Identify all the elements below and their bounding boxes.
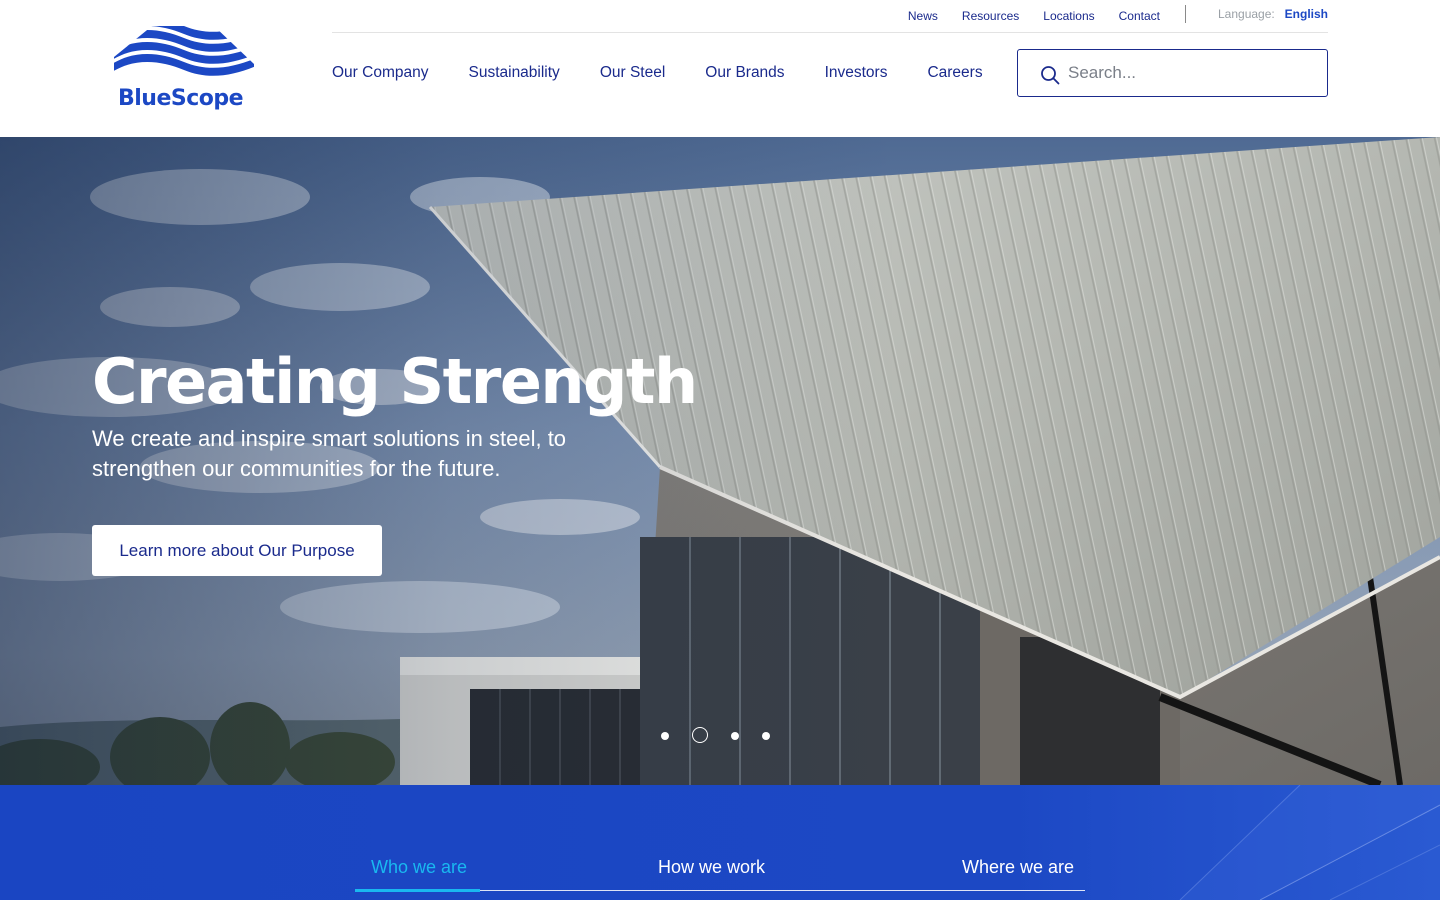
tab-where-we-are[interactable]: Where we are xyxy=(962,857,1074,878)
main-nav: Our Company Sustainability Our Steel Our… xyxy=(332,63,983,83)
nav-item-careers[interactable]: Careers xyxy=(927,63,982,83)
carousel-dot-4[interactable] xyxy=(762,732,770,740)
utility-nav: News Resources Locations Contact xyxy=(908,8,1160,24)
carousel-dot-2[interactable] xyxy=(692,727,708,743)
section-tabs: Who we are How we work Where we are xyxy=(355,845,1085,892)
search-input[interactable] xyxy=(1068,56,1318,90)
nav-item-sustainability[interactable]: Sustainability xyxy=(468,63,559,83)
tab-how-we-work[interactable]: How we work xyxy=(658,857,765,878)
language-label: Language: xyxy=(1218,7,1275,21)
tab-who-we-are[interactable]: Who we are xyxy=(371,857,467,878)
nav-item-our-steel[interactable]: Our Steel xyxy=(600,63,665,83)
hero-carousel: Creating Strength We create and inspire … xyxy=(0,137,1440,785)
nav-item-our-brands[interactable]: Our Brands xyxy=(705,63,784,83)
carousel-dot-1[interactable] xyxy=(661,732,669,740)
hero-subtitle: We create and inspire smart solutions in… xyxy=(92,426,567,481)
logo-wordmark: BlueScope xyxy=(118,86,244,111)
carousel-pagination xyxy=(658,727,778,747)
nav-item-our-company[interactable]: Our Company xyxy=(332,63,428,83)
carousel-dot-3[interactable] xyxy=(731,732,739,740)
utility-link-news[interactable]: News xyxy=(908,8,938,24)
utility-bar: News Resources Locations Contact Languag… xyxy=(332,0,1328,33)
utility-link-locations[interactable]: Locations xyxy=(1043,8,1094,24)
bluescope-logo[interactable]: BlueScope xyxy=(112,24,256,116)
site-header: BlueScope News Resources Locations Conta… xyxy=(0,0,1440,137)
active-tab-indicator xyxy=(355,889,480,892)
search-icon[interactable] xyxy=(1040,65,1060,85)
utility-link-contact[interactable]: Contact xyxy=(1119,8,1160,24)
bluescope-waves-icon xyxy=(114,26,254,76)
intro-tabs-section: Who we are How we work Where we are xyxy=(0,785,1440,900)
hero-title: Creating Strength xyxy=(92,345,698,418)
language-selector[interactable]: English xyxy=(1285,7,1328,21)
nav-item-investors[interactable]: Investors xyxy=(825,63,888,83)
learn-more-purpose-button[interactable]: Learn more about Our Purpose xyxy=(92,525,382,576)
search-box xyxy=(1017,49,1328,97)
utility-link-resources[interactable]: Resources xyxy=(962,8,1019,24)
utility-divider xyxy=(1185,5,1186,23)
